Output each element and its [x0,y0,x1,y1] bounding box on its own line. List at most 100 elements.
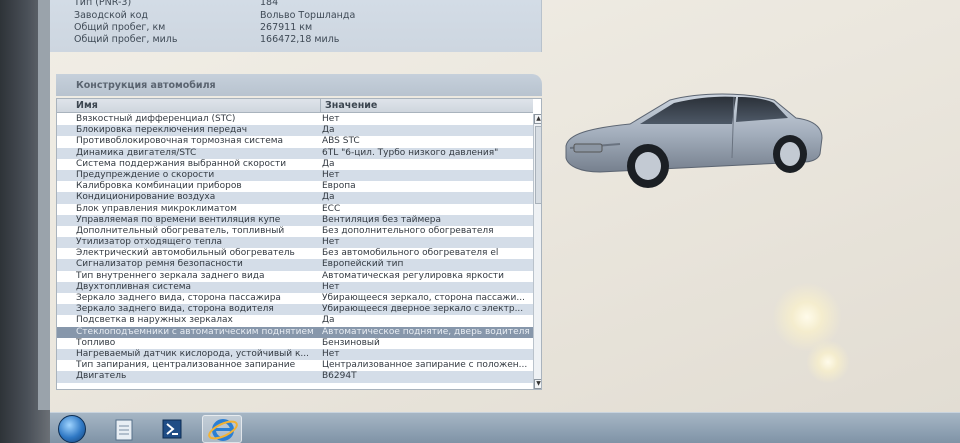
cell-name: Нагреваемый датчик кислорода, устойчивый… [76,348,310,359]
table-row[interactable]: Сигнализатор ремня безопасности Европейск… [57,259,533,271]
cell-name: Блок управления микроклиматом [76,203,237,214]
cell-name: Двигатель [76,371,127,382]
table-row[interactable]: Управляемая по времени вентиляция купе Ве… [57,214,533,226]
cell-name: Управляемая по времени вентиляция купе [76,214,281,225]
cell-value: Без дополнительного обогревателя [322,225,494,236]
cell-value: Нет [322,237,340,248]
cell-value: Да [322,158,335,169]
cell-value: Нет [322,169,340,180]
column-header-name[interactable]: Имя [76,100,98,111]
screen-glare [806,340,850,384]
info-key: Общий пробег, км [74,22,166,33]
cell-name: Зеркало заднего вида, сторона пассажира [76,293,281,303]
car-image [565,93,823,188]
cell-name: Дополнительный обогреватель, топливный [76,225,285,236]
info-value: 166472,18 миль [260,34,340,45]
cell-name: Зеркало заднего вида, сторона водителя [76,304,274,315]
info-key: Тип (PNR-3) [74,0,132,8]
cell-value: ABS STC [322,136,360,147]
table-row[interactable]: Противоблокировочная тормозная система AB… [57,136,533,147]
table-row[interactable]: Блокировка переключения передач Да [57,125,533,137]
table-row[interactable]: Предупреждение о скорости Нет [57,169,533,182]
cell-name: Вязкостный дифференциал (STC) [76,114,236,124]
cell-value: Без автомобильного обогревателя el [322,248,499,259]
cell-name: Система поддержания выбранной скорости [76,158,287,169]
table-row[interactable]: Нагреваемый датчик кислорода, устойчивый… [57,348,533,361]
cell-value: Да [322,315,335,326]
table-row[interactable]: Кондиционирование воздуха Да [57,192,533,204]
cell-value: Европейский тип [322,259,404,270]
table-body: Вязкостный дифференциал (STC) Нет Блокиров… [57,114,533,383]
cell-name: Утилизатор отходящего тепла [76,237,223,248]
cell-name: Калибровка комбинации приборов [76,181,242,192]
table-row[interactable]: Блок управления микроклиматом ECC [57,204,533,215]
cell-value: Европа [322,181,356,192]
cell-value: ECC [322,203,341,214]
table-row[interactable]: Тип запирания, централизованное запирани… [57,360,533,371]
table-row[interactable]: Дополнительный обогреватель, топливный Бе… [57,226,533,237]
start-orb-icon[interactable] [58,415,86,443]
scroll-thumb[interactable] [535,126,541,204]
table-row[interactable]: Тип внутреннего зеркала заднего вида Авто… [57,271,533,282]
cell-name: Тип запирания, централизованное запирани… [76,360,296,371]
info-value: 184 [260,0,279,8]
scroll-down-icon[interactable]: ▼ [534,379,541,389]
powershell-icon[interactable] [152,415,192,443]
info-value: 267911 км [260,22,313,33]
cell-name: Блокировка переключения передач [76,125,248,136]
table-row[interactable]: Подсветка в наружных зеркалах Да [57,315,533,326]
cell-name: Кондиционирование воздуха [76,192,216,203]
cell-value: Централизованное запирание с положен... [322,360,528,371]
cell-value: Нет [322,348,340,359]
table-row[interactable]: Электрический автомобильный обогреватель… [57,248,533,259]
section-title: Конструкция автомобиля [76,80,216,91]
notepad-icon[interactable] [104,415,144,443]
info-key: Заводской код [74,10,148,21]
cell-value: Да [322,125,335,136]
cell-name: Двухтопливная система [76,281,192,292]
cell-name: Предупреждение о скорости [76,169,215,180]
taskbar [50,412,960,443]
vehicle-info-panel: Тип (PNR-3) 184 Заводской код Вольво Тор… [50,0,542,52]
table-row[interactable]: Калибровка комбинации приборов Европа [57,181,533,192]
info-key: Общий пробег, миль [74,34,178,45]
table-row[interactable]: Утилизатор отходящего тепла Нет [57,237,533,249]
cell-value: Автоматическая регулировка яркости [322,270,504,281]
cell-value: Да [322,192,335,203]
cell-value: Бензиновый [322,337,380,348]
table-row[interactable]: Зеркало заднего вида, сторона водителя Уб… [57,304,533,316]
internet-explorer-icon[interactable] [202,415,242,443]
cell-value: B6294T [322,371,357,382]
column-divider[interactable] [320,99,321,113]
cell-name: Электрический автомобильный обогреватель [76,248,295,259]
table-row[interactable]: Стеклоподъемники с автоматическим поднят… [57,326,533,338]
cell-name: Сигнализатор ремня безопасности [76,259,243,270]
table-row[interactable]: Зеркало заднего вида, сторона пассажира У… [57,293,533,304]
section-header: Конструкция автомобиля [56,74,542,96]
cell-name: Тип внутреннего зеркала заднего вида [76,270,265,281]
app-window: Тип (PNR-3) 184 Заводской код Вольво Тор… [50,0,960,412]
cell-name: Противоблокировочная тормозная система [76,136,284,147]
vertical-scrollbar[interactable]: ▲ ▼ [533,114,541,389]
cell-value: Нет [322,281,340,292]
monitor-bezel-edge [38,0,50,410]
cell-value: Убирающееся зеркало, сторона пассажи... [322,293,525,303]
table-row[interactable]: Динамика двигателя/STC 6TL "6-цил. Турбо … [57,147,533,159]
table-row[interactable]: Топливо Бензиновый [57,338,533,349]
cell-name: Стеклоподъемники с автоматическим поднят… [76,326,314,337]
table-row[interactable]: Двигатель B6294T [57,371,533,383]
cell-name: Динамика двигателя/STC [76,147,197,158]
cell-value: 6TL "6-цил. Турбо низкого давления" [322,147,499,158]
cell-value: Автоматическое поднятие, дверь водителя [322,326,530,337]
table-header: Имя Значение [57,99,533,113]
table-row[interactable]: Двухтопливная система Нет [57,281,533,293]
cell-value: Нет [322,114,340,124]
vehicle-config-table[interactable]: Имя Значение Вязкостный дифференциал (ST… [56,98,542,390]
scroll-up-icon[interactable]: ▲ [534,114,541,124]
cell-value: Убирающееся дверное зеркало с электр... [322,304,524,315]
info-value: Вольво Торшланда [260,10,356,21]
column-header-value[interactable]: Значение [325,100,377,111]
cell-name: Подсветка в наружных зеркалах [76,315,233,326]
table-row[interactable]: Вязкостный дифференциал (STC) Нет [57,114,533,125]
table-row[interactable]: Система поддержания выбранной скорости Да [57,159,533,170]
